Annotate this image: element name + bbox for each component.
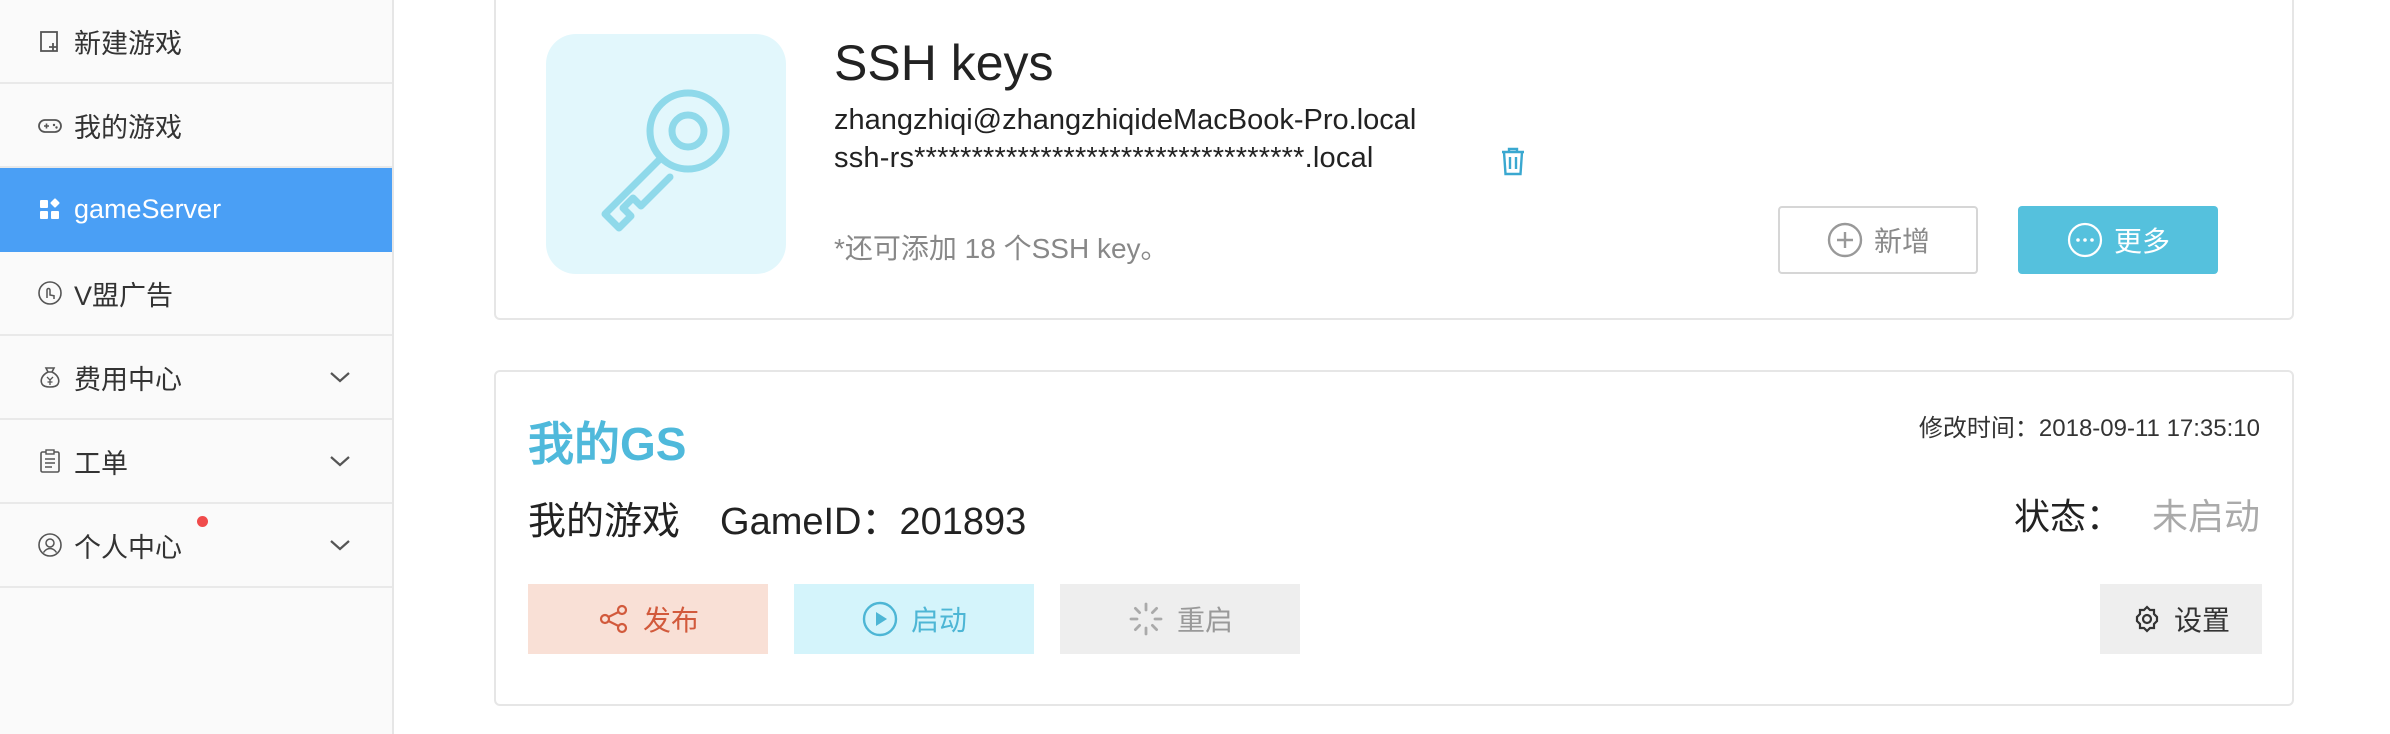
clipboard-icon — [36, 447, 64, 475]
publish-button[interactable]: 发布 — [528, 584, 768, 654]
money-bag-icon — [36, 363, 64, 391]
sidebar-item-label: 个人中心 — [74, 532, 182, 563]
add-ssh-key-button[interactable]: 新增 — [1778, 206, 1978, 274]
status: 状态： 未启动 — [2014, 488, 2260, 540]
notification-dot — [197, 516, 208, 527]
sidebar-item-gameserver[interactable]: gameServer — [0, 168, 392, 252]
more-dots-icon — [2067, 222, 2103, 258]
plus-circle-icon — [1827, 222, 1863, 258]
sidebar-item-new-game[interactable]: 新建游戏 — [0, 0, 392, 84]
ssh-key-email: zhangzhiqi@zhangzhiqideMacBook-Pro.local — [834, 104, 1417, 136]
more-button[interactable]: 更多 — [2018, 206, 2218, 274]
sidebar-item-v-ads[interactable]: V盟广告 — [0, 252, 392, 336]
gamepad-icon — [36, 111, 64, 139]
trash-icon[interactable] — [1496, 144, 1530, 178]
sidebar-item-my-games[interactable]: 我的游戏 — [0, 84, 392, 168]
sidebar-item-profile[interactable]: 个人中心 — [0, 504, 392, 588]
game-name: 我的游戏 — [528, 501, 681, 543]
ssh-keys-title: SSH keys — [834, 35, 1054, 91]
key-tile — [546, 34, 786, 274]
sidebar-item-label: 我的游戏 — [74, 112, 182, 143]
restart-button[interactable]: 重启 — [1060, 584, 1300, 654]
status-value: 未启动 — [2151, 496, 2260, 537]
gs-title: 我的GS — [528, 418, 687, 470]
share-icon — [599, 604, 628, 634]
sidebar-item-label: 新建游戏 — [74, 28, 182, 59]
ssh-key-quota-note: *还可添加 18 个SSH key。 — [834, 233, 1169, 264]
game-info: 我的游戏 GameID：201893 — [528, 490, 1026, 545]
start-button[interactable]: 启动 — [794, 584, 1034, 654]
ssh-key-fingerprint: ssh-rs**********************************… — [834, 142, 1374, 174]
restart-label: 重启 — [1176, 605, 1233, 636]
start-label: 启动 — [910, 605, 967, 636]
hand-pointer-icon — [36, 279, 64, 307]
game-server-card: 我的GS 修改时间：2018-09-11 17:35:10 我的游戏 GameID… — [494, 370, 2294, 706]
game-id: GameID：201893 — [720, 501, 1027, 543]
add-ssh-key-label: 新增 — [1873, 226, 1930, 257]
gear-icon — [2135, 605, 2159, 633]
sidebar-item-label: V盟广告 — [74, 280, 174, 311]
apps-grid-icon — [36, 195, 64, 223]
play-circle-icon — [862, 601, 898, 637]
settings-label: 设置 — [2173, 605, 2230, 636]
publish-label: 发布 — [642, 605, 699, 636]
loading-spinner-icon — [1129, 602, 1163, 636]
user-icon — [36, 531, 64, 559]
status-label: 状态： — [2013, 496, 2122, 537]
ssh-keys-card: SSH keys zhangzhiqi@zhangzhiqideMacBook-… — [494, 0, 2294, 320]
sidebar-item-label: gameServer — [74, 193, 222, 224]
sidebar-item-label: 费用中心 — [74, 364, 182, 395]
modified-time: 修改时间：2018-09-11 17:35:10 — [1918, 415, 2260, 442]
new-file-icon — [36, 27, 64, 55]
sidebar: 新建游戏 我的游戏 gameServer V盟广告 费用中心 工单 个人中心 — [0, 0, 394, 734]
more-label: 更多 — [2113, 226, 2170, 257]
key-icon — [601, 89, 730, 232]
chevron-down-icon[interactable] — [326, 448, 354, 476]
sidebar-item-tickets[interactable]: 工单 — [0, 420, 392, 504]
sidebar-item-label: 工单 — [74, 448, 128, 479]
chevron-down-icon[interactable] — [326, 364, 354, 392]
sidebar-item-billing[interactable]: 费用中心 — [0, 336, 392, 420]
settings-button[interactable]: 设置 — [2100, 584, 2262, 654]
chevron-down-icon[interactable] — [326, 532, 354, 560]
